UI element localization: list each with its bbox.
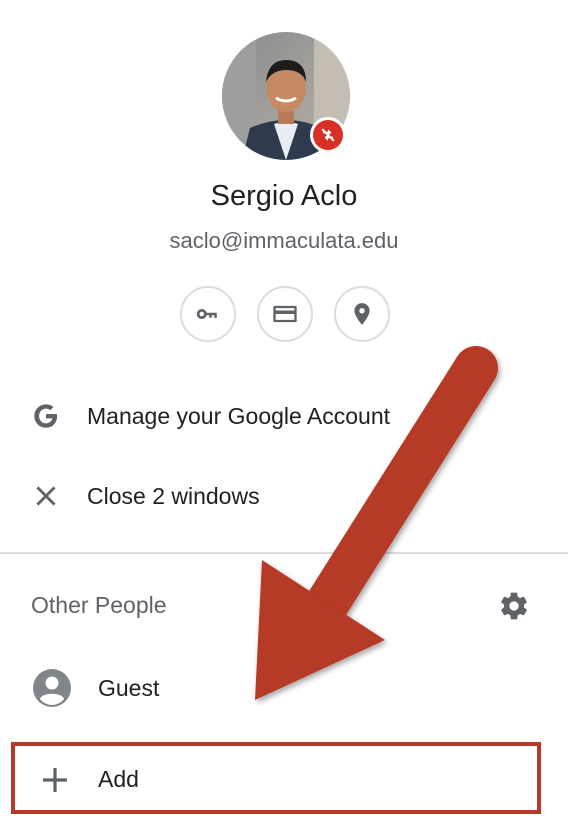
google-g-icon xyxy=(30,400,62,432)
manage-google-account-label: Manage your Google Account xyxy=(87,402,391,429)
manage-google-account-item[interactable]: Manage your Google Account xyxy=(0,386,568,446)
passwords-button[interactable] xyxy=(180,286,236,342)
key-icon xyxy=(196,308,217,319)
addresses-button[interactable] xyxy=(334,286,390,342)
close-icon xyxy=(30,480,62,512)
sync-disabled-icon xyxy=(321,128,335,142)
guest-label: Guest xyxy=(98,674,160,701)
guest-avatar-icon xyxy=(32,668,72,708)
sync-status-badge xyxy=(310,117,346,153)
profile-name: Sergio Aclo xyxy=(210,180,358,212)
add-label: Add xyxy=(98,766,139,792)
manage-people-button[interactable] xyxy=(498,590,530,622)
add-person-item[interactable]: Add xyxy=(11,742,541,814)
other-people-heading: Other People xyxy=(31,592,167,618)
section-divider xyxy=(0,552,568,554)
close-windows-item[interactable]: Close 2 windows xyxy=(0,466,568,526)
payment-methods-button[interactable] xyxy=(257,286,313,342)
guest-profile-item[interactable]: Guest xyxy=(0,658,568,718)
close-windows-label: Close 2 windows xyxy=(87,482,260,509)
gear-icon xyxy=(501,592,527,620)
profile-menu-panel: Sergio Aclo saclo@immaculata.edu Manage … xyxy=(0,0,568,828)
plus-icon xyxy=(39,764,71,796)
location-pin-icon xyxy=(354,303,370,325)
profile-email: saclo@immaculata.edu xyxy=(169,228,399,253)
credit-card-icon xyxy=(273,305,297,323)
